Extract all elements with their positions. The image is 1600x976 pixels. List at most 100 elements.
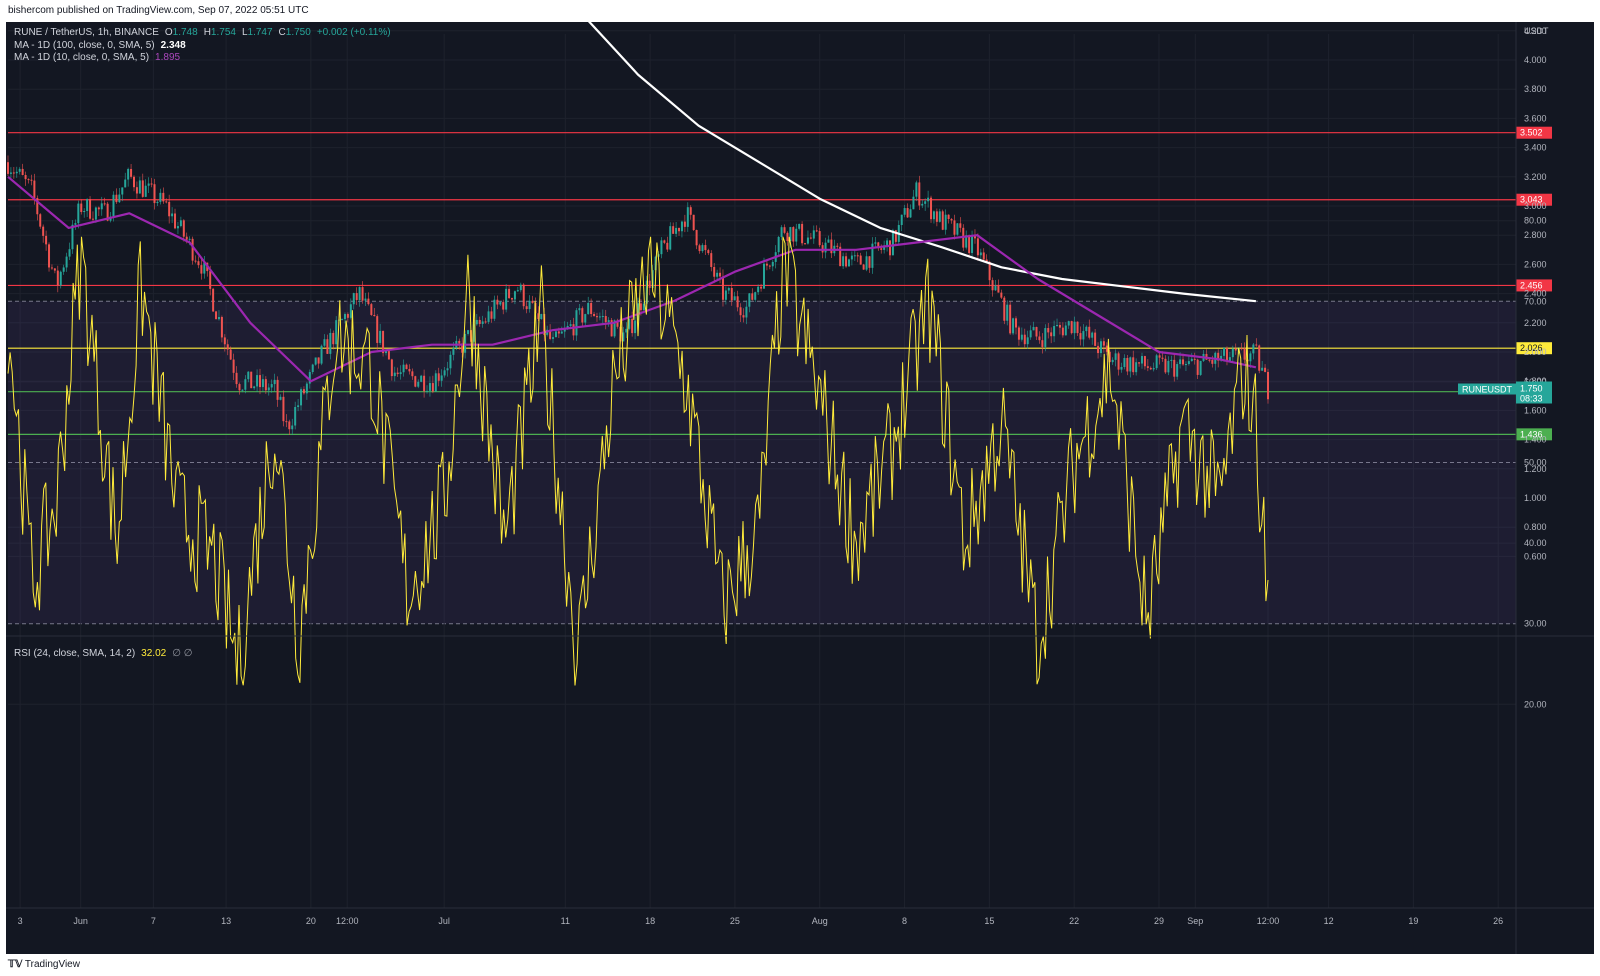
time-tick-label: 13 (221, 916, 231, 926)
candle-body (185, 236, 188, 240)
candle-body (1190, 358, 1193, 362)
candle-body (519, 284, 522, 291)
candle-body (65, 256, 68, 268)
candle-body (1056, 324, 1059, 327)
candle-body (130, 168, 133, 177)
chart-svg[interactable]: 3.5023.0432.4562.0261.7281.436 4.6004.40… (6, 0, 1594, 954)
candle-body (1099, 341, 1102, 354)
candle-body (1135, 362, 1138, 373)
candle-body (938, 211, 941, 222)
candle-body (1170, 359, 1173, 361)
candle-body (663, 240, 666, 243)
candle-body (361, 287, 364, 301)
candle-body (648, 280, 651, 288)
candle-body (335, 320, 338, 345)
candle-body (959, 223, 962, 228)
candle-body (1058, 324, 1061, 328)
candle-body (261, 379, 264, 388)
candle-body (393, 372, 396, 377)
candle-body (1146, 366, 1149, 368)
candle-body (683, 221, 686, 227)
candle-body (320, 345, 323, 364)
candle-body (765, 263, 768, 266)
candle-body (903, 208, 906, 215)
candle-body (847, 259, 850, 267)
candle-body (12, 172, 15, 174)
candle-body (238, 384, 241, 391)
candle-body (850, 255, 853, 260)
candle-body (1006, 304, 1009, 321)
candle-body (370, 304, 373, 315)
candle-body (742, 315, 745, 318)
candle-body (226, 344, 229, 350)
candle-body (748, 293, 751, 307)
candle-body (484, 321, 487, 323)
price-tick-label: 3.200 (1524, 172, 1547, 182)
candle-body (279, 396, 282, 400)
candle-body (1126, 357, 1129, 372)
candle-body (493, 299, 496, 319)
candle-body (162, 192, 165, 202)
candle-body (1012, 318, 1015, 334)
candle-body (452, 347, 455, 355)
candle-body (124, 179, 127, 188)
tradingview-logo-icon[interactable]: 𝕋𝕍 (8, 954, 22, 976)
candle-body (1032, 327, 1035, 331)
footer-brand[interactable]: TradingView (25, 959, 80, 970)
candle-body (127, 168, 130, 180)
candle-body (138, 180, 141, 194)
candle-body (1208, 359, 1211, 361)
candle-body (695, 230, 698, 246)
candle-body (496, 299, 499, 305)
candle-body (590, 302, 593, 314)
candle-body (1088, 326, 1091, 338)
candle-body (1111, 359, 1114, 363)
candle-body (217, 316, 220, 320)
candle-body (490, 311, 493, 319)
candle-body (273, 379, 276, 385)
candle-body (812, 230, 815, 239)
candle-body (745, 306, 748, 318)
candle-body (921, 203, 924, 206)
candle-body (862, 264, 865, 270)
candle-body (150, 183, 153, 185)
candle-body (736, 296, 739, 308)
candle-body (443, 370, 446, 376)
candle-body (174, 213, 177, 229)
time-tick-label: Jul (438, 916, 450, 926)
candle-body (593, 313, 596, 317)
price-tick-label: 2.000 (1524, 347, 1547, 357)
candle-body (253, 386, 256, 389)
candle-body (97, 207, 100, 210)
time-tick-label: 19 (1408, 916, 1418, 926)
candle-body (1073, 321, 1076, 334)
candle-body (1097, 345, 1100, 354)
time-tick-label: 29 (1154, 916, 1164, 926)
candle-body (604, 316, 607, 323)
candle-body (405, 364, 408, 370)
candle-body (294, 406, 297, 426)
candle-body (824, 242, 827, 253)
candle-body (1085, 326, 1088, 332)
candle-body (927, 197, 930, 202)
candle-body (437, 373, 440, 381)
price-tick-label: 0.800 (1524, 522, 1547, 532)
time-tick-label: 26 (1493, 916, 1503, 926)
rsi-tick-label: 20.00 (1524, 699, 1547, 709)
candle-body (250, 371, 253, 389)
candle-body (859, 255, 862, 265)
chart-area[interactable]: 3.5023.0432.4562.0261.7281.436 4.6004.40… (6, 0, 1594, 954)
candle-body (806, 237, 809, 244)
candle-body (944, 214, 947, 230)
candle-body (528, 300, 531, 310)
time-tick-label: Aug (812, 916, 828, 926)
price-tick-label: 2.800 (1524, 230, 1547, 240)
candle-body (631, 318, 634, 334)
candle-body (446, 368, 449, 371)
candle-body (141, 180, 144, 197)
candle-body (1152, 368, 1155, 370)
candle-body (1061, 327, 1064, 336)
candle-body (587, 302, 590, 315)
candle-body (924, 201, 927, 204)
time-tick-label: 12 (1324, 916, 1334, 926)
